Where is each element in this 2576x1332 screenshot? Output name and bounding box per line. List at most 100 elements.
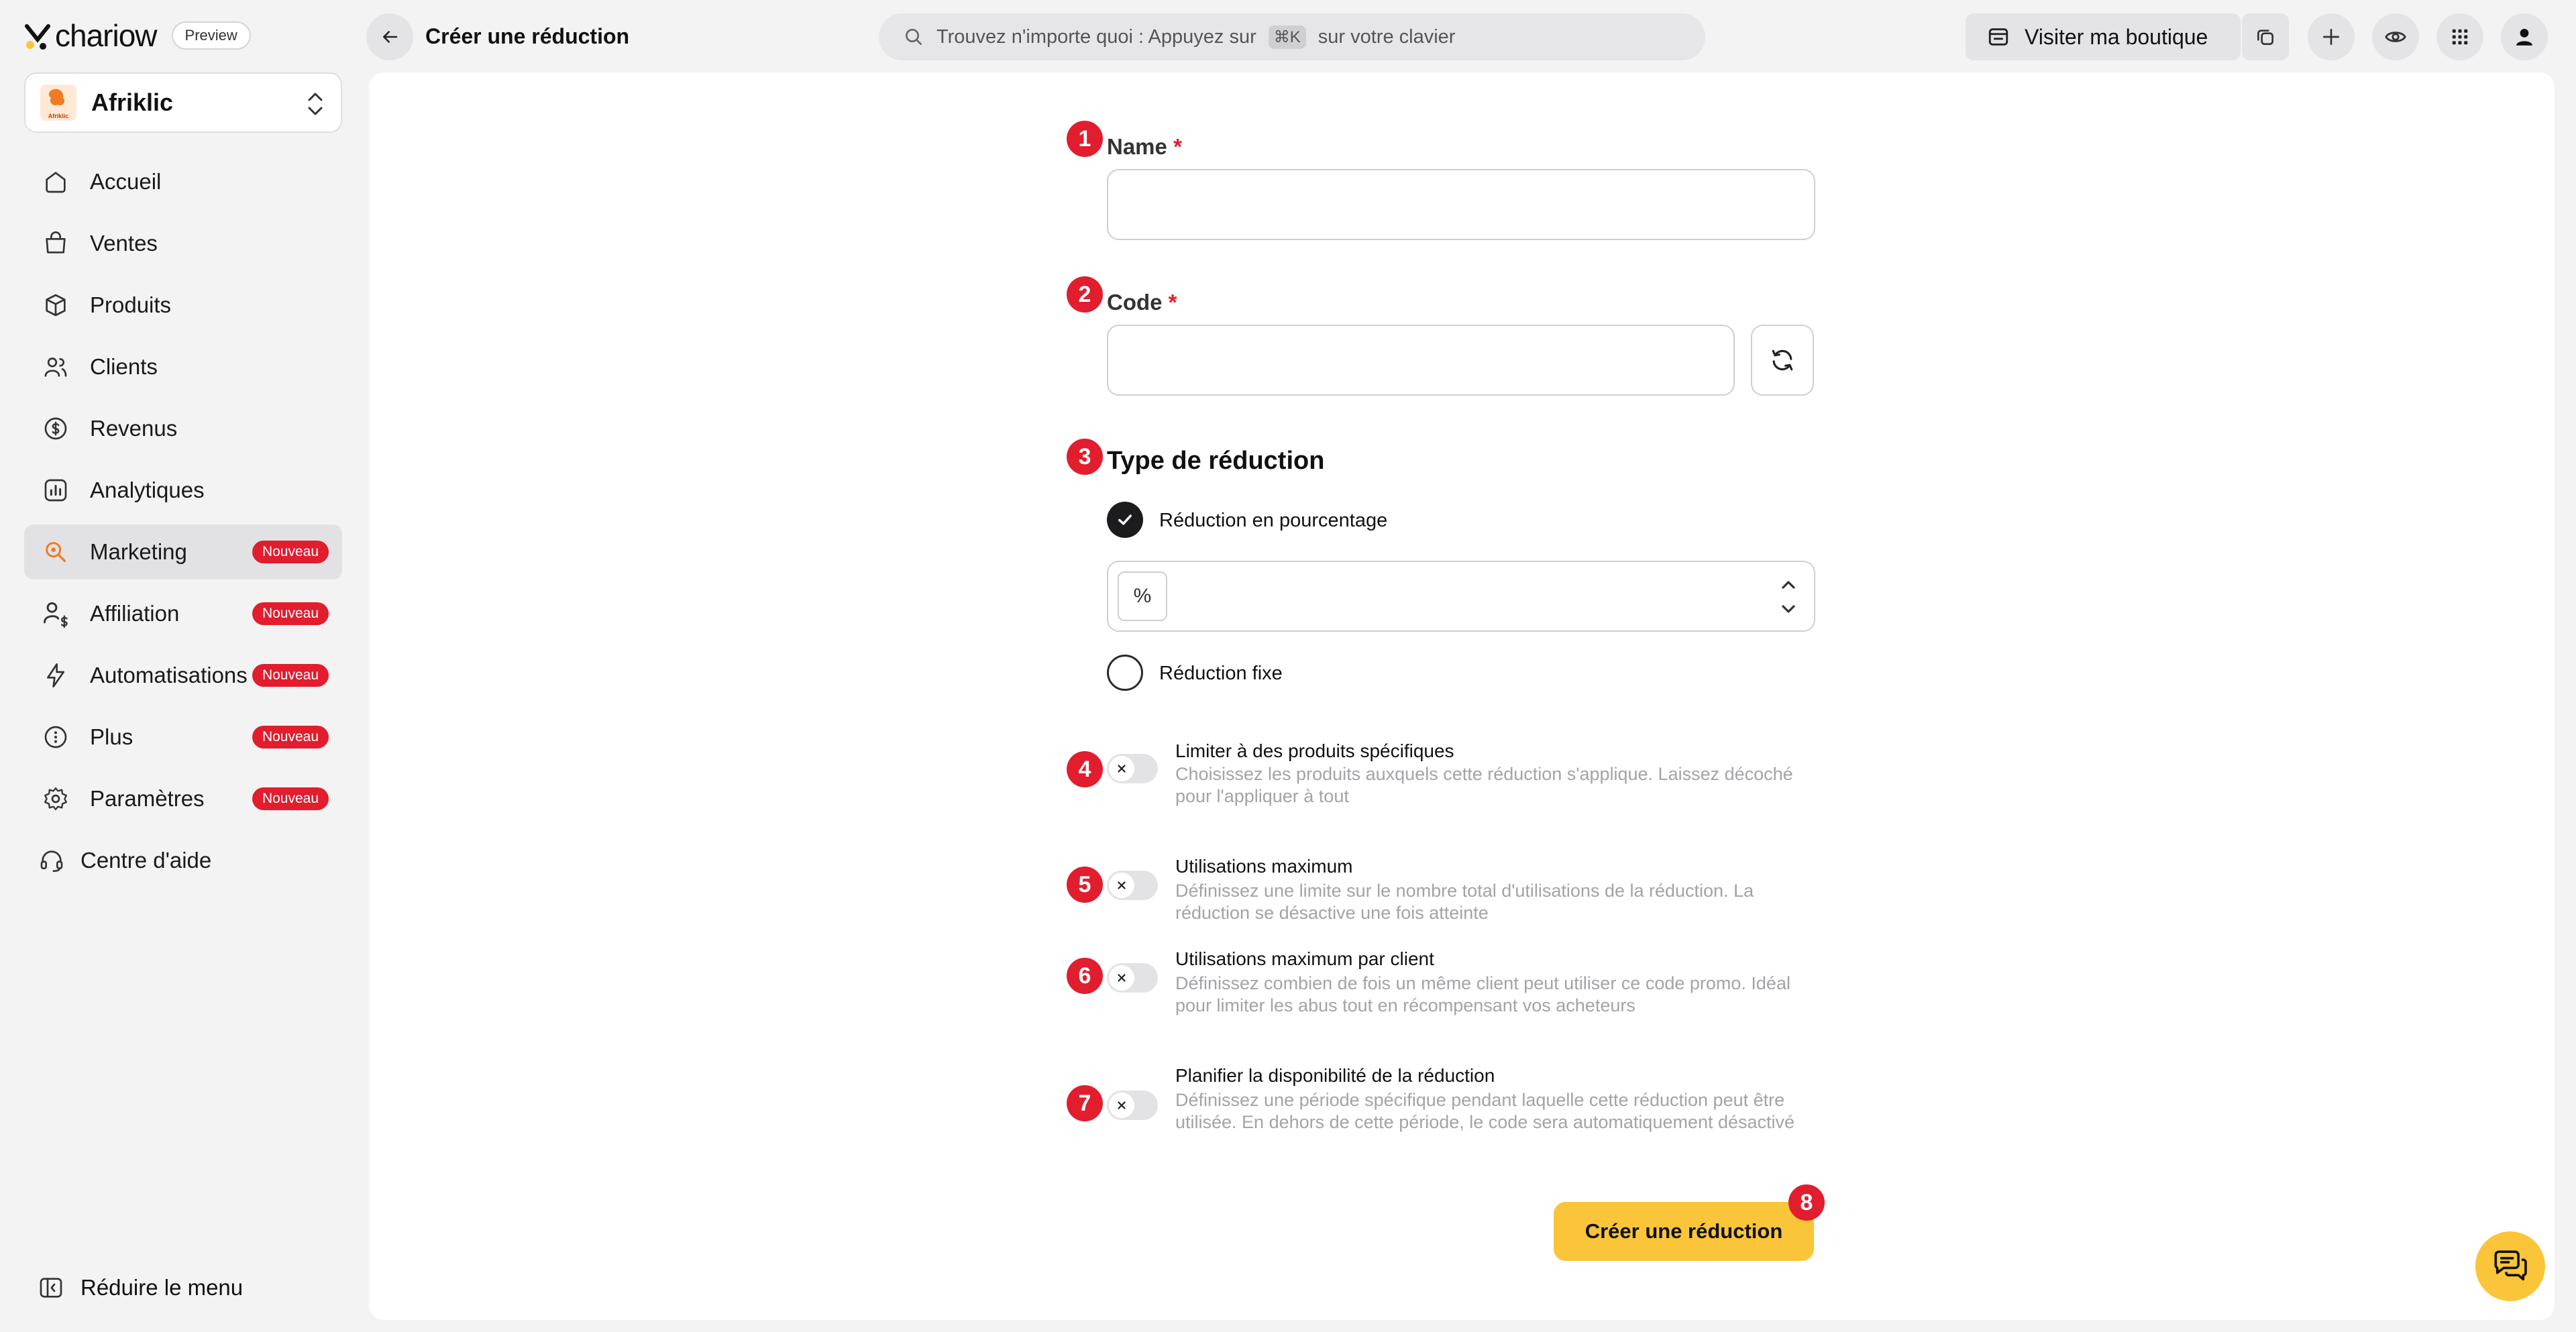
- dollar-circle-icon: [40, 413, 71, 444]
- sidebar-item-label: Analytiques: [90, 478, 205, 502]
- sidebar-item-clients[interactable]: Clients: [24, 339, 342, 394]
- gear-icon: [40, 783, 71, 814]
- sidebar-item-analytiques[interactable]: Analytiques: [24, 463, 342, 518]
- schedule-title: Planifier la disponibilité de la réducti…: [1175, 1065, 1495, 1086]
- percentage-radio[interactable]: [1107, 502, 1143, 538]
- box-icon: [40, 290, 71, 321]
- new-badge: Nouveau: [252, 664, 329, 687]
- grid-icon: [2452, 29, 2468, 45]
- sidebar-item-plus[interactable]: Plus Nouveau: [24, 710, 342, 765]
- discount-type-title: Type de réduction: [1107, 447, 1325, 475]
- step-marker: 3: [1067, 439, 1103, 475]
- step-marker: 1: [1067, 121, 1103, 157]
- percentage-value-field[interactable]: %: [1107, 561, 1815, 632]
- copy-icon: [2257, 30, 2273, 45]
- marketing-icon: [40, 537, 71, 567]
- sidebar-item-marketing[interactable]: Marketing Nouveau: [24, 524, 342, 579]
- sidebar-item-label: Accueil: [90, 169, 162, 194]
- max-uses-per-client-title: Utilisations maximum par client: [1175, 948, 1434, 969]
- sidebar-item-produits[interactable]: Produits: [24, 278, 342, 333]
- search-icon: [906, 29, 922, 45]
- sidebar-item-accueil[interactable]: Accueil: [24, 154, 342, 209]
- affiliate-icon: [40, 598, 71, 629]
- store-avatar: Afriklic: [40, 85, 76, 121]
- more-icon: [40, 722, 71, 753]
- refresh-icon: [1772, 349, 1793, 371]
- regenerate-code-button[interactable]: [1751, 325, 1814, 396]
- add-button[interactable]: [2308, 13, 2355, 60]
- max-uses-toggle[interactable]: [1107, 871, 1158, 900]
- sidebar-item-label: Paramètres: [90, 786, 205, 811]
- search-shortcut-key: ⌘K: [1268, 25, 1306, 49]
- store-avatar-label: Afriklic: [48, 113, 69, 119]
- required-mark: *: [1173, 134, 1182, 159]
- percentage-input[interactable]: [1108, 562, 1814, 630]
- step-marker: 8: [1788, 1184, 1825, 1221]
- toggle-knob: [1109, 1093, 1134, 1118]
- max-uses-desc: Définissez une limite sur le nombre tota…: [1175, 881, 1754, 923]
- sidebar-item-help-center[interactable]: Centre d'aide: [24, 833, 342, 888]
- percentage-radio-label[interactable]: Réduction en pourcentage: [1159, 510, 1387, 532]
- bolt-icon: [40, 660, 71, 691]
- sidebar-item-label: Affiliation: [90, 601, 180, 626]
- preview-button[interactable]: [2372, 13, 2419, 60]
- sidebar-item-automatisations[interactable]: Automatisations Nouveau: [24, 648, 342, 703]
- chat-support-button[interactable]: [2475, 1231, 2545, 1301]
- sidebar-collapse-icon: [40, 1278, 62, 1298]
- main-panel: 1 Name * 2 Code * 3 Type de réduction Ré…: [369, 72, 2555, 1320]
- max-uses-title: Utilisations maximum: [1175, 856, 1353, 877]
- sidebar-item-label: Ventes: [90, 231, 158, 256]
- name-field[interactable]: [1107, 169, 1815, 240]
- toggle-knob: [1109, 756, 1134, 781]
- account-button[interactable]: [2501, 13, 2548, 60]
- step-marker: 2: [1067, 276, 1103, 313]
- max-uses-per-client-toggle[interactable]: [1107, 963, 1158, 993]
- search-bar[interactable]: Trouvez n'importe quoi : Appuyez sur ⌘K …: [879, 13, 1705, 60]
- sidebar-item-affiliation[interactable]: Affiliation Nouveau: [24, 586, 342, 641]
- users-icon: [40, 351, 71, 382]
- page-title: Créer une réduction: [425, 24, 630, 48]
- fixed-radio[interactable]: [1107, 655, 1143, 691]
- chariow-logo[interactable]: chariow Preview: [24, 17, 251, 54]
- copy-link-button[interactable]: [2242, 13, 2289, 60]
- logo-mark-icon: [24, 19, 51, 52]
- sidebar-item-label: Centre d'aide: [80, 848, 212, 873]
- code-label-text: Code: [1107, 290, 1163, 315]
- store-name: Afriklic: [91, 89, 174, 116]
- limit-products-desc: Choisissez les produits auxquels cette r…: [1175, 764, 1793, 806]
- limit-products-toggle[interactable]: [1107, 754, 1158, 783]
- preview-badge: Preview: [171, 21, 251, 50]
- headset-icon: [36, 845, 67, 876]
- name-input[interactable]: [1108, 170, 1814, 239]
- create-discount-button[interactable]: Créer une réduction: [1554, 1202, 1814, 1261]
- sidebar-item-revenus[interactable]: Revenus: [24, 401, 342, 456]
- code-input[interactable]: [1108, 326, 1733, 394]
- sidebar-item-label: Plus: [90, 724, 133, 749]
- new-badge: Nouveau: [252, 787, 329, 810]
- stepper-chevrons-icon[interactable]: [1779, 575, 1798, 618]
- percent-prefix: %: [1118, 571, 1167, 621]
- collapse-menu-button[interactable]: Réduire le menu: [38, 1274, 243, 1301]
- sidebar-item-parametres[interactable]: Paramètres Nouveau: [24, 771, 342, 826]
- apps-button[interactable]: [2436, 13, 2483, 60]
- visit-store-button[interactable]: Visiter ma boutique: [1966, 13, 2241, 60]
- code-field[interactable]: [1107, 325, 1735, 396]
- required-mark: *: [1168, 290, 1177, 315]
- store-switcher[interactable]: Afriklic Afriklic: [24, 72, 342, 133]
- sidebar-item-ventes[interactable]: Ventes: [24, 216, 342, 271]
- code-label: Code *: [1107, 290, 1177, 315]
- check-icon: [1118, 514, 1132, 525]
- logo-text: chariow: [55, 18, 158, 53]
- schedule-toggle[interactable]: [1107, 1091, 1158, 1120]
- arrow-left-icon: [383, 31, 398, 43]
- x-icon: [1118, 974, 1126, 982]
- fixed-radio-label[interactable]: Réduction fixe: [1159, 663, 1283, 685]
- schedule-desc: Définissez une période spécifique pendan…: [1175, 1090, 1795, 1132]
- max-uses-per-client-desc: Définissez combien de fois un même clien…: [1175, 973, 1790, 1015]
- back-button[interactable]: [366, 13, 413, 60]
- sidebar-item-label: Automatisations: [90, 663, 248, 687]
- eye-icon: [2385, 32, 2406, 42]
- new-badge: Nouveau: [252, 541, 329, 563]
- sidebar-item-label: Revenus: [90, 416, 178, 441]
- name-label: Name *: [1107, 134, 1182, 160]
